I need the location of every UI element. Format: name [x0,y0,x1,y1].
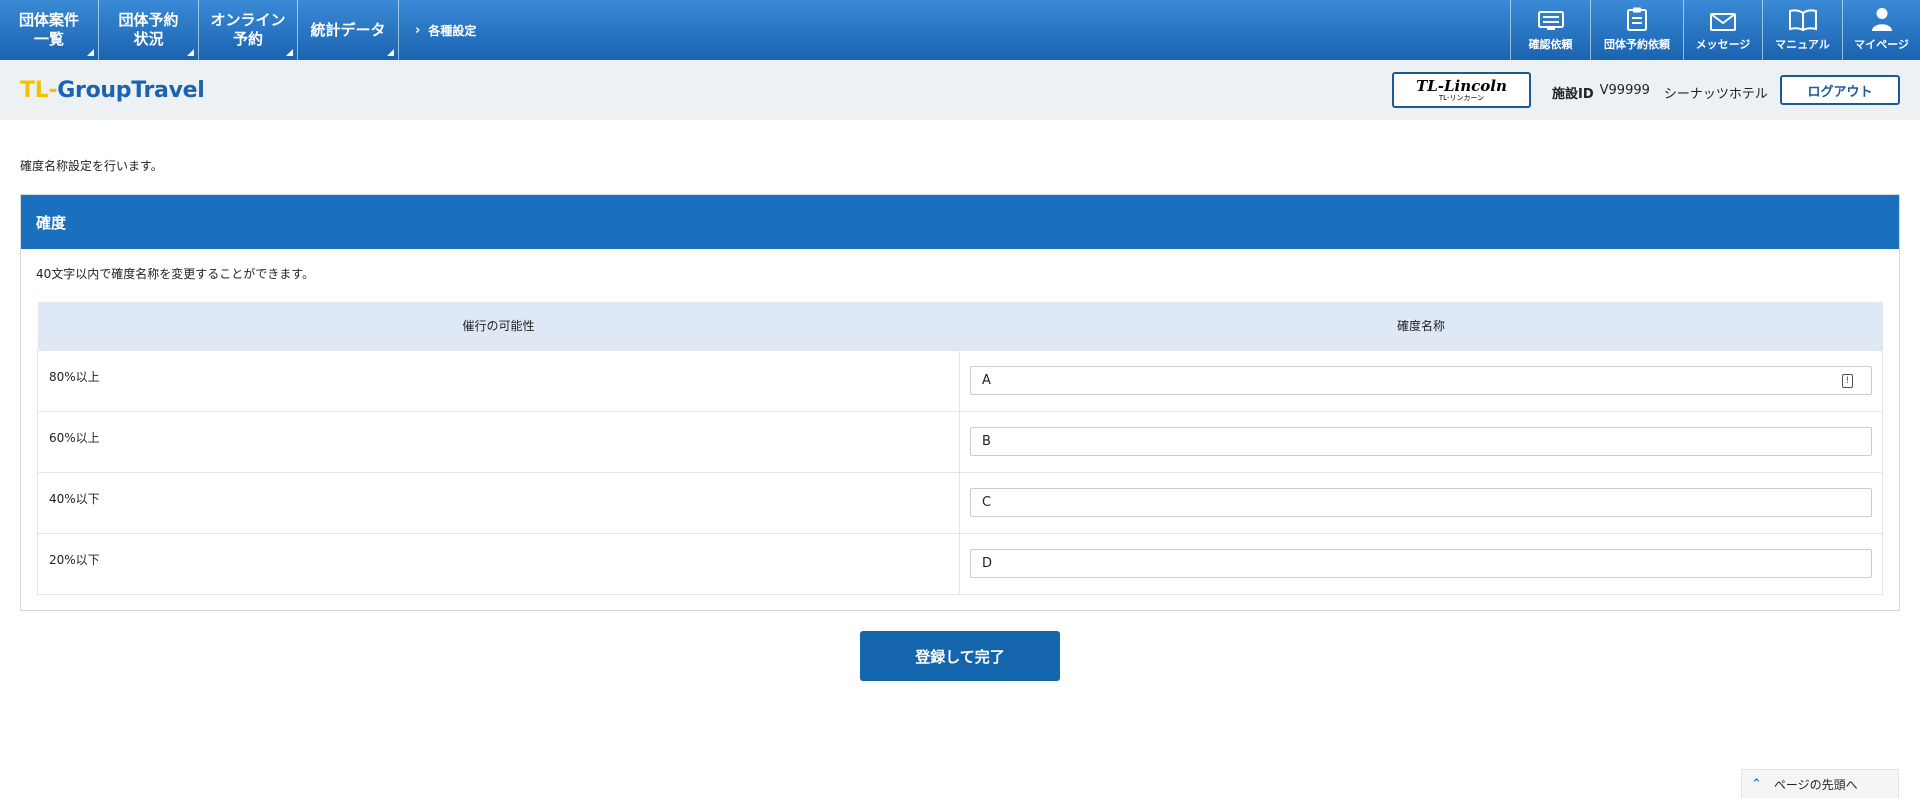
nav-menu: 団体案件 一覧 団体予約 状況 オンライン 予約 統計データ › 各種設定 [0,0,476,60]
nav-item-statistics[interactable]: 統計データ [298,0,399,60]
input-value: D [982,556,993,571]
panel-title: 確度 [21,195,1899,249]
nav-item-group-reservations[interactable]: 団体予約 状況 [99,0,199,60]
nav-item-online-booking[interactable]: オンライン 予約 [199,0,298,60]
chevron-right-icon: › [415,22,421,38]
nav-icon-label: マイページ [1854,38,1909,51]
row-value-cell: D [959,532,1883,595]
certainty-name-input[interactable]: D [970,549,1872,578]
page-top-label: ページの先頭へ [1773,777,1858,792]
row-label: 60%以上 [37,410,960,472]
panel-note: 40文字以内で確度名称を変更することができます。 [36,267,315,281]
nav-group-booking-requests[interactable]: 団体予約依頼 [1590,0,1683,60]
nav-item-label: 予約 [232,30,263,48]
nav-icon-label: 確認依頼 [1528,38,1573,51]
nav-item-group-cases[interactable]: 団体案件 一覧 [0,0,99,60]
logout-button[interactable]: ログアウト [1780,75,1900,105]
column-header: 催行の可能性 [37,302,960,350]
nav-my-page[interactable]: マイページ [1842,0,1920,60]
nav-item-label: オンライン [210,11,286,29]
input-value: B [982,434,991,449]
table-header-row: 催行の可能性 確度名称 [37,302,1883,350]
input-value: C [982,495,992,510]
dropdown-corner-icon [387,49,394,56]
row-value-cell: B [959,410,1883,472]
nav-item-label: 団体案件 [18,11,79,29]
user-icon [1871,8,1892,31]
brand-name: GroupTravel [57,78,205,103]
nav-manual[interactable]: マニュアル [1762,0,1842,60]
dropdown-corner-icon [87,49,94,56]
dropdown-corner-icon [286,49,293,56]
top-navigation: 団体案件 一覧 団体予約 状況 オンライン 予約 統計データ › 各種設定 確認… [0,0,1920,60]
row-label: 80%以上 [37,349,960,411]
certainty-name-input[interactable]: B [970,427,1872,456]
column-header: 確度名称 [959,302,1883,350]
brand-logo[interactable]: TL-GroupTravel [20,78,205,103]
row-label: 20%以下 [37,532,960,595]
certainty-table: 催行の可能性 確度名称 80%以上 A ! 60%以上 B 40%以下 C 20… [37,302,1883,595]
nav-item-label: 状況 [133,30,164,48]
breadcrumb: › 各種設定 [399,0,476,60]
certainty-name-input[interactable]: C [970,488,1872,517]
checklist-monitor-icon [1537,11,1564,30]
book-icon [1788,9,1817,31]
input-value: A [982,373,991,388]
nav-utility-menu: 確認依頼 団体予約依頼 メッセージ マニュアル マイページ [1510,0,1920,60]
nav-item-label: 統計データ [310,20,386,39]
clipboard-icon [1627,7,1647,31]
certainty-name-input[interactable]: A ! [970,366,1872,395]
lincoln-logo-text: TL-Lincoln [1416,77,1507,95]
facility-id: V99999 [1599,83,1650,98]
row-value-cell: A ! [959,349,1883,411]
input-method-icon: ! [1842,374,1853,388]
facility-name: シーナッツホテル [1663,87,1768,102]
lincoln-logo: TL-Lincoln TL-リンカーン [1392,72,1531,108]
facility-info: 施設ID V99999 シーナッツホテル [1552,83,1768,102]
nav-icon-label: 団体予約依頼 [1604,38,1670,51]
nav-item-label: 一覧 [33,30,64,48]
nav-confirm-requests[interactable]: 確認依頼 [1510,0,1590,60]
table-row: 40%以下 C [37,471,1883,533]
envelope-icon [1710,13,1736,31]
row-label: 40%以下 [37,471,960,533]
table-row: 80%以上 A ! [37,349,1883,411]
page-top-link[interactable]: ⌃ ページの先頭へ [1741,769,1899,798]
page-description: 確度名称設定を行います。 [20,159,163,173]
sub-header: TL-GroupTravel TL-Lincoln TL-リンカーン 施設ID … [0,60,1920,120]
lincoln-logo-subtext: TL-リンカーン [1438,94,1485,102]
dropdown-corner-icon [187,49,194,56]
register-complete-button[interactable]: 登録して完了 [860,631,1060,681]
nav-item-label: 団体予約 [118,11,179,29]
table-row: 60%以上 B [37,410,1883,472]
chevron-up-icon: ⌃ [1751,776,1762,792]
brand-tl: TL- [20,78,58,103]
nav-messages[interactable]: メッセージ [1683,0,1762,60]
nav-icon-label: メッセージ [1695,38,1751,51]
breadcrumb-current: 各種設定 [428,23,477,38]
facility-id-label: 施設ID [1552,87,1594,102]
table-row: 20%以下 D [37,532,1883,595]
nav-icon-label: マニュアル [1775,38,1830,51]
certainty-panel: 確度 40文字以内で確度名称を変更することができます。 催行の可能性 確度名称 … [20,194,1900,611]
row-value-cell: C [959,471,1883,533]
